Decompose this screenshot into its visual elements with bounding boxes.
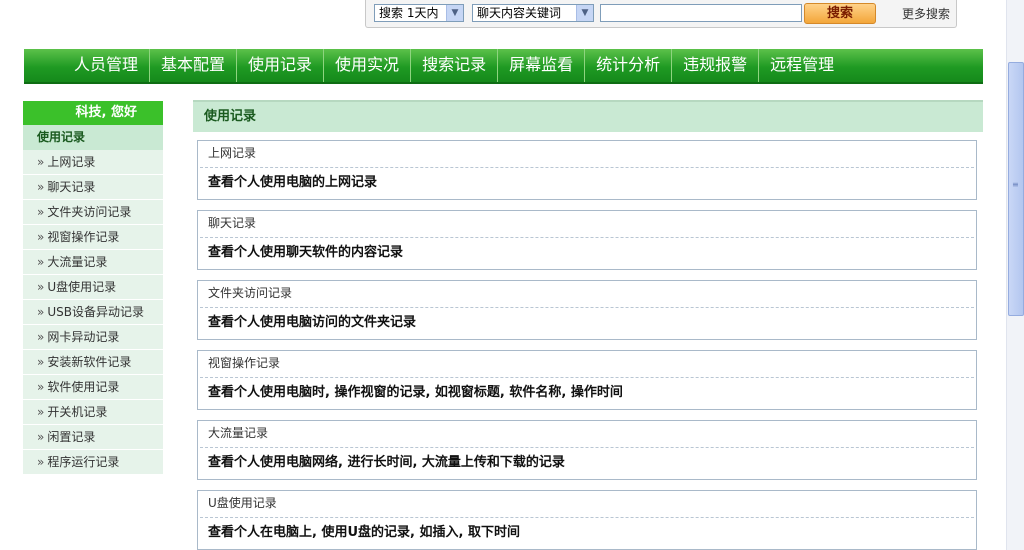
chevron-right-icon: » [37,230,45,244]
sidebar-item-label: 上网记录 [47,155,96,169]
card-description: 查看个人使用电脑时, 操作视窗的记录, 如视窗标题, 软件名称, 操作时间 [208,385,623,400]
sidebar-item-new-software[interactable]: » 安装新软件记录 [23,350,163,375]
card-title[interactable]: 文件夹访问记录 [200,281,974,308]
card-title[interactable]: 聊天记录 [200,211,974,238]
sidebar-item-label: 开关机记录 [47,405,108,419]
greeting: 科技, 您好 [23,101,163,125]
sidebar-item-label: 聊天记录 [47,180,96,194]
chevron-right-icon: » [37,255,45,269]
chevron-right-icon: » [37,380,45,394]
chevron-right-icon: » [37,180,45,194]
sidebar-item-idle[interactable]: » 闲置记录 [23,425,163,450]
sidebar: 科技, 您好 使用记录 » 上网记录 » 聊天记录 » 文件夹访问记录 » 视窗操作记录… [23,101,163,475]
main-content: 使用记录 上网记录 查看个人使用电脑的上网记录 聊天记录 查看个人使用聊天软件的… [193,100,983,550]
record-card[interactable]: 文件夹访问记录 查看个人使用电脑访问的文件夹记录 [197,280,977,340]
nav-item-violation-alerts[interactable]: 违规报警 [672,49,760,82]
sidebar-item-usb-disk[interactable]: » U盘使用记录 [23,275,163,300]
nav-item-remote-management[interactable]: 远程管理 [759,49,845,82]
card-title[interactable]: U盘使用记录 [200,491,974,518]
chevron-right-icon: » [37,205,45,219]
chevron-down-icon[interactable]: ▼ [576,5,593,21]
sidebar-item-window-ops[interactable]: » 视窗操作记录 [23,225,163,250]
sidebar-item-label: 网卡异动记录 [47,330,120,344]
nav-item-live-usage[interactable]: 使用实况 [324,49,412,82]
keyword-input[interactable] [600,4,802,22]
sidebar-item-label: 文件夹访问记录 [47,205,132,219]
sidebar-item-web-records[interactable]: » 上网记录 [23,150,163,175]
card-description: 查看个人使用电脑的上网记录 [208,175,378,190]
sidebar-item-label: 程序运行记录 [47,455,120,469]
sidebar-item-power-on-off[interactable]: » 开关机记录 [23,400,163,425]
search-button[interactable]: 搜索 [804,3,876,24]
chevron-right-icon: » [37,155,45,169]
sidebar-item-software-usage[interactable]: » 软件使用记录 [23,375,163,400]
time-range-select[interactable]: 搜索 1天内 ▼ [374,4,464,22]
sidebar-item-label: 闲置记录 [47,430,96,444]
page-scrollbar[interactable]: ≡ [1006,0,1024,550]
record-card[interactable]: 视窗操作记录 查看个人使用电脑时, 操作视窗的记录, 如视窗标题, 软件名称, … [197,350,977,410]
sidebar-item-label: 大流量记录 [47,255,108,269]
chevron-right-icon: » [37,330,45,344]
nav-item-users[interactable]: 人员管理 [62,49,151,82]
chevron-down-icon[interactable]: ▼ [446,5,463,21]
record-card[interactable]: 聊天记录 查看个人使用聊天软件的内容记录 [197,210,977,270]
sidebar-item-high-traffic[interactable]: » 大流量记录 [23,250,163,275]
sidebar-item-label: 视窗操作记录 [47,230,120,244]
card-description: 查看个人使用电脑访问的文件夹记录 [208,315,417,330]
card-title[interactable]: 大流量记录 [200,421,974,448]
chevron-right-icon: » [37,430,45,444]
chevron-right-icon: » [37,355,45,369]
record-card[interactable]: U盘使用记录 查看个人在电脑上, 使用U盘的记录, 如插入, 取下时间 [197,490,977,550]
chevron-right-icon: » [37,405,45,419]
sidebar-item-usb-device-change[interactable]: » USB设备异动记录 [23,300,163,325]
sidebar-item-folder-access[interactable]: » 文件夹访问记录 [23,200,163,225]
sidebar-item-nic-change[interactable]: » 网卡异动记录 [23,325,163,350]
sidebar-section-title: 使用记录 [23,125,163,150]
grip-icon: ≡ [1012,180,1019,189]
record-card[interactable]: 上网记录 查看个人使用电脑的上网记录 [197,140,977,200]
time-range-select-value: 搜索 1天内 [379,6,439,20]
more-search-link[interactable]: 更多搜索 [902,5,950,22]
nav-item-screen-monitor[interactable]: 屏幕监看 [498,49,586,82]
card-description: 查看个人在电脑上, 使用U盘的记录, 如插入, 取下时间 [208,525,520,540]
search-bar: 搜索 1天内 ▼ 聊天内容关键词 ▼ 搜索 更多搜索 [365,0,957,28]
chevron-right-icon: » [37,455,45,469]
nav-item-statistics[interactable]: 统计分析 [585,49,673,82]
card-description: 查看个人使用聊天软件的内容记录 [208,245,404,260]
card-title[interactable]: 上网记录 [200,141,974,168]
page-title: 使用记录 [193,100,983,132]
search-type-select-value: 聊天内容关键词 [477,6,562,20]
sidebar-item-label: U盘使用记录 [47,280,117,294]
scrollbar-thumb[interactable]: ≡ [1008,62,1024,316]
card-title[interactable]: 视窗操作记录 [200,351,974,378]
sidebar-item-program-run[interactable]: » 程序运行记录 [23,450,163,475]
nav-item-search-records[interactable]: 搜索记录 [411,49,499,82]
search-type-select[interactable]: 聊天内容关键词 ▼ [472,4,594,22]
record-card[interactable]: 大流量记录 查看个人使用电脑网络, 进行长时间, 大流量上传和下载的记录 [197,420,977,480]
sidebar-item-chat-records[interactable]: » 聊天记录 [23,175,163,200]
sidebar-item-label: 软件使用记录 [47,380,120,394]
nav-item-usage-records[interactable]: 使用记录 [237,49,325,82]
sidebar-item-label: 安装新软件记录 [47,355,132,369]
sidebar-item-label: USB设备异动记录 [47,305,144,319]
chevron-right-icon: » [37,280,45,294]
nav-item-basic-config[interactable]: 基本配置 [150,49,238,82]
main-nav: 人员管理 基本配置 使用记录 使用实况 搜索记录 屏幕监看 统计分析 违规报警 … [24,49,983,84]
chevron-right-icon: » [37,305,45,319]
card-description: 查看个人使用电脑网络, 进行长时间, 大流量上传和下载的记录 [208,455,565,470]
